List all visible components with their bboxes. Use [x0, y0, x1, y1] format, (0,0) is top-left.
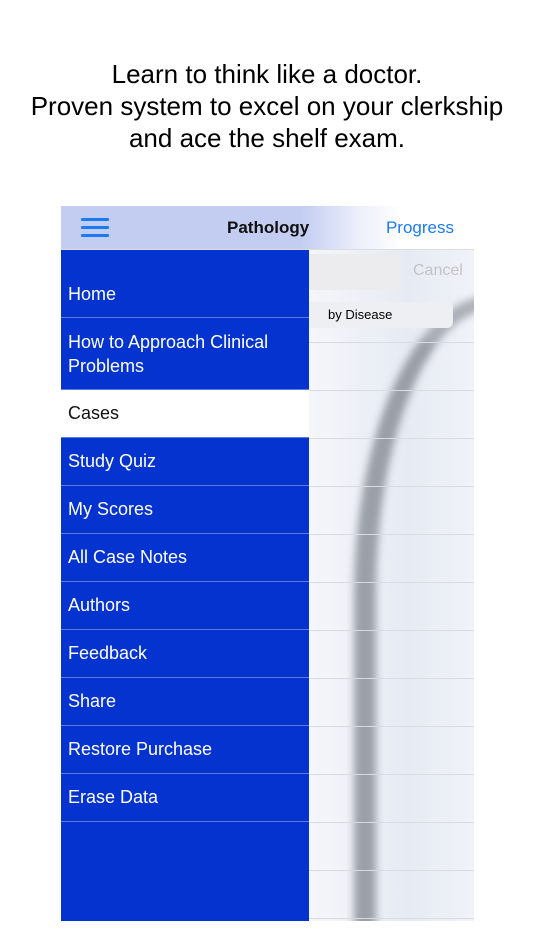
content-area: Cancel by Disease [309, 250, 474, 921]
nav-bar: Pathology Progress [61, 206, 474, 250]
nav-title: Pathology [227, 218, 310, 237]
menu-item-my-scores[interactable]: My Scores [61, 486, 309, 534]
menu-item-erase-data[interactable]: Erase Data [61, 774, 309, 822]
divider [309, 342, 474, 343]
headline: Learn to think like a doctor. Proven sys… [0, 58, 534, 154]
divider [309, 918, 474, 919]
divider [309, 438, 474, 439]
menu-item-how-to-approach[interactable]: How to Approach Clinical Problems [61, 318, 309, 390]
divider [309, 726, 474, 727]
divider [309, 582, 474, 583]
segment-by-disease[interactable]: by Disease [309, 302, 453, 328]
menu-item-all-case-notes[interactable]: All Case Notes [61, 534, 309, 582]
app-screen: Pathology Progress Cancel by Disease Hom… [61, 206, 474, 921]
headline-line: Proven system to excel on your clerkship [30, 91, 504, 121]
divider [309, 870, 474, 871]
menu-item-cases[interactable]: Cases [61, 390, 309, 438]
headline-line: and ace the shelf exam. [128, 123, 406, 153]
divider [309, 534, 474, 535]
divider [309, 486, 474, 487]
divider [309, 774, 474, 775]
divider [309, 822, 474, 823]
stethoscope-image [354, 295, 474, 921]
divider [309, 630, 474, 631]
menu-item-study-quiz[interactable]: Study Quiz [61, 438, 309, 486]
menu-item-authors[interactable]: Authors [61, 582, 309, 630]
divider [309, 678, 474, 679]
menu-item-restore-purchase[interactable]: Restore Purchase [61, 726, 309, 774]
menu-item-home[interactable]: Home [61, 250, 309, 318]
menu-item-feedback[interactable]: Feedback [61, 630, 309, 678]
menu-item-share[interactable]: Share [61, 678, 309, 726]
side-menu: Home How to Approach Clinical Problems C… [61, 250, 309, 921]
headline-line: Learn to think like a doctor. [111, 59, 423, 89]
divider [309, 390, 474, 391]
progress-button[interactable]: Progress [386, 218, 454, 238]
hamburger-icon[interactable] [81, 218, 109, 242]
cancel-button[interactable]: Cancel [413, 262, 463, 280]
search-input[interactable] [309, 254, 401, 290]
